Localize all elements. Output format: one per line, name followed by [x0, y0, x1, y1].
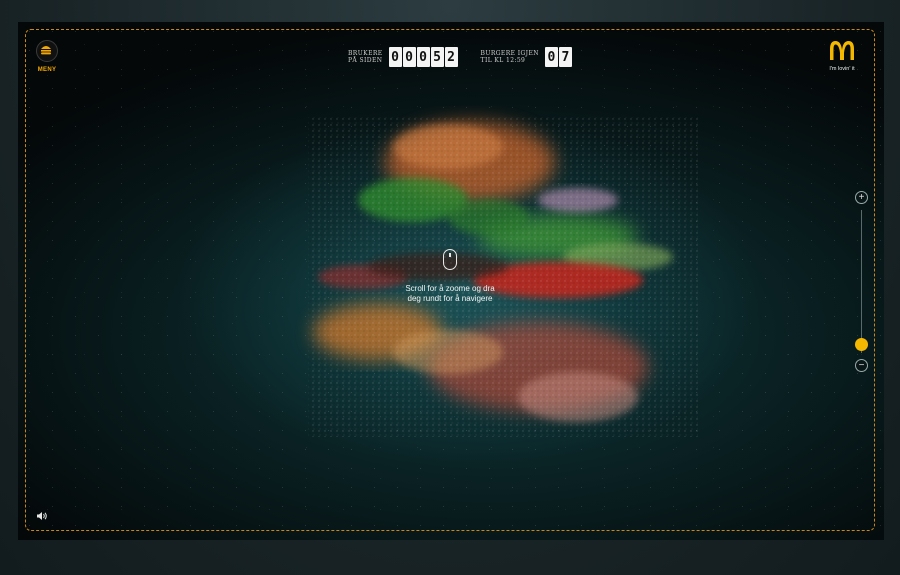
golden-arches-logo [830, 41, 854, 60]
menu-button[interactable]: MENY [36, 40, 58, 73]
burgers-digit: 7 [558, 47, 572, 67]
speaker-icon[interactable] [36, 511, 48, 521]
burgers-label: BURGERE IGJEN TIL KL 12:59 [480, 50, 539, 64]
navigation-hint: Scroll for å zoome og dra deg rundt for … [390, 249, 510, 304]
brand-logo[interactable]: I'm lovin' it [822, 40, 862, 72]
burgers-counter: 0 7 [544, 47, 573, 67]
users-label: BRUKERE PÅ SIDEN [348, 50, 383, 64]
zoom-slider-track[interactable] [861, 210, 862, 353]
brand-slogan: I'm lovin' it [829, 66, 855, 72]
users-digit: 0 [402, 47, 416, 67]
counters-bar: BRUKERE PÅ SIDEN 0 0 0 5 2 BURGERE IGJEN… [348, 46, 573, 68]
menu-label: MENY [37, 67, 57, 73]
page-background: MENY BRUKERE PÅ SIDEN 0 0 0 5 2 BURGERE … [0, 0, 900, 575]
users-digit: 2 [444, 47, 458, 67]
zoom-in-button[interactable]: + [855, 191, 868, 204]
mouse-icon [443, 249, 457, 270]
users-digit: 0 [388, 47, 402, 67]
burgers-digit: 0 [544, 47, 558, 67]
burger-menu-icon [36, 40, 58, 62]
users-digit: 5 [430, 47, 444, 67]
zoom-slider-handle[interactable] [855, 338, 868, 351]
users-digit: 0 [416, 47, 430, 67]
users-counter: 0 0 0 5 2 [388, 47, 459, 67]
zoom-out-button[interactable]: − [855, 359, 868, 372]
viewport[interactable]: MENY BRUKERE PÅ SIDEN 0 0 0 5 2 BURGERE … [18, 22, 884, 540]
hint-text: Scroll for å zoome og dra deg rundt for … [405, 284, 495, 303]
